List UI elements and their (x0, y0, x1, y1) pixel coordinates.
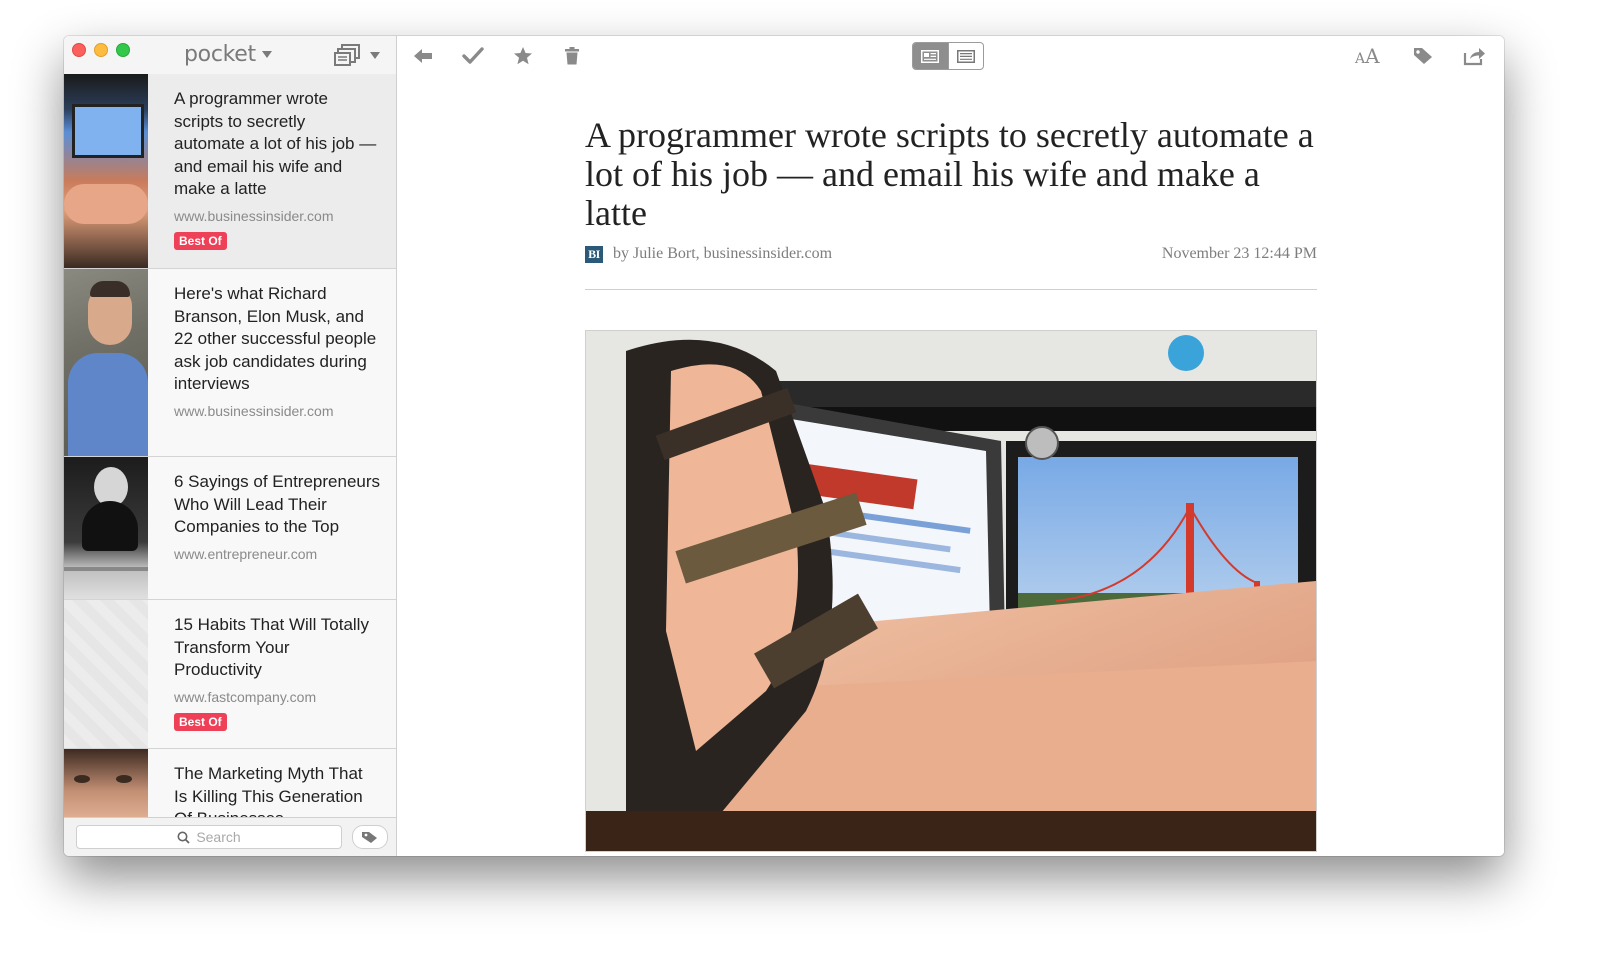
zoom-window-button[interactable] (116, 43, 130, 57)
list-item-domain: www.businessinsider.com (174, 402, 334, 419)
hero-photo (586, 331, 1316, 851)
trash-icon (565, 47, 579, 65)
list-item[interactable]: 15 Habits That Will Totally Transform Yo… (64, 600, 396, 749)
back-arrow-icon (414, 49, 432, 63)
list-item[interactable]: Here's what Richard Branson, Elon Musk, … (64, 269, 396, 457)
list-item[interactable]: A programmer wrote scripts to secretly a… (64, 74, 396, 269)
article-content: A programmer wrote scripts to secretly a… (585, 116, 1317, 852)
web-view-button[interactable] (947, 43, 984, 69)
sidebar-footer: Search (64, 817, 396, 856)
web-view-icon (956, 49, 975, 63)
sidebar-header: pocket (64, 36, 396, 74)
source-logo: BI (585, 245, 603, 263)
toolbar: AA (397, 36, 1504, 76)
article-date: November 23 12:44 PM (1161, 245, 1317, 262)
app-window: pocket A programmer wrote scripts to sec… (64, 36, 1504, 856)
archive-button[interactable] (461, 44, 485, 68)
sidebar: pocket A programmer wrote scripts to sec… (64, 36, 397, 856)
list-item-thumbnail (64, 749, 148, 818)
list-item[interactable]: 6 Sayings of Entrepreneurs Who Will Lead… (64, 457, 396, 600)
list-filter-menu[interactable]: pocket (184, 40, 272, 68)
divider (585, 289, 1317, 290)
list-item-domain: www.businessinsider.com (174, 207, 334, 224)
delete-button[interactable] (560, 44, 584, 68)
article-view-icon (921, 49, 940, 63)
article-list: A programmer wrote scripts to secretly a… (64, 74, 396, 818)
view-mode-switch (912, 42, 984, 70)
article-view-button[interactable] (913, 43, 948, 69)
favorite-button[interactable] (511, 44, 535, 68)
list-item-domain: www.fastcompany.com (174, 688, 317, 705)
share-icon (1463, 48, 1485, 66)
chevron-down-icon (261, 50, 272, 58)
list-item-thumbnail (64, 457, 148, 599)
list-item-title: A programmer wrote scripts to secretly a… (174, 89, 377, 198)
article-title: A programmer wrote scripts to secretly a… (585, 115, 1314, 233)
tag-button[interactable] (1411, 44, 1435, 68)
list-item-domain: www.entrepreneur.com (174, 545, 318, 562)
minimize-window-button[interactable] (94, 43, 108, 57)
article-byline: BI by Julie Bort, businessinsider.com No… (585, 245, 1317, 263)
list-item-title: 15 Habits That Will Totally Transform Yo… (174, 615, 369, 679)
share-button[interactable] (1463, 44, 1487, 68)
star-icon (514, 47, 532, 65)
tag-filter-button[interactable] (352, 825, 388, 849)
checkmark-icon (462, 47, 484, 64)
back-button[interactable] (411, 44, 435, 68)
app-brand: pocket (184, 41, 256, 67)
list-item-title: The Marketing Myth That Is Killing This … (174, 764, 363, 818)
list-item-title: Here's what Richard Branson, Elon Musk, … (174, 284, 377, 393)
font-size-small-label: A (1355, 51, 1366, 67)
chevron-down-icon (370, 51, 380, 59)
author-source: by Julie Bort, businessinsider.com (613, 245, 833, 262)
font-size-big-label: A (1365, 44, 1380, 68)
close-window-button[interactable] (72, 43, 86, 57)
list-item-thumbnail (64, 74, 148, 268)
search-icon (177, 831, 190, 844)
list-item-title: 6 Sayings of Entrepreneurs Who Will Lead… (174, 472, 381, 536)
best-of-badge: Best Of (174, 712, 227, 731)
list-item[interactable]: The Marketing Myth That Is Killing This … (64, 749, 396, 818)
tag-icon (1414, 48, 1432, 64)
tag-icon (362, 832, 377, 843)
search-placeholder: Search (196, 829, 241, 845)
list-item-thumbnail (64, 600, 148, 748)
article-hero-image (585, 330, 1317, 852)
font-size-button[interactable]: AA (1355, 44, 1380, 68)
list-view-icon (334, 44, 360, 66)
list-view-menu[interactable] (334, 42, 380, 68)
list-item-thumbnail (64, 269, 148, 456)
reader-pane: AA A programmer wrote scripts to secretl… (397, 36, 1504, 856)
search-input[interactable]: Search (76, 825, 342, 849)
best-of-badge: Best Of (174, 231, 227, 250)
